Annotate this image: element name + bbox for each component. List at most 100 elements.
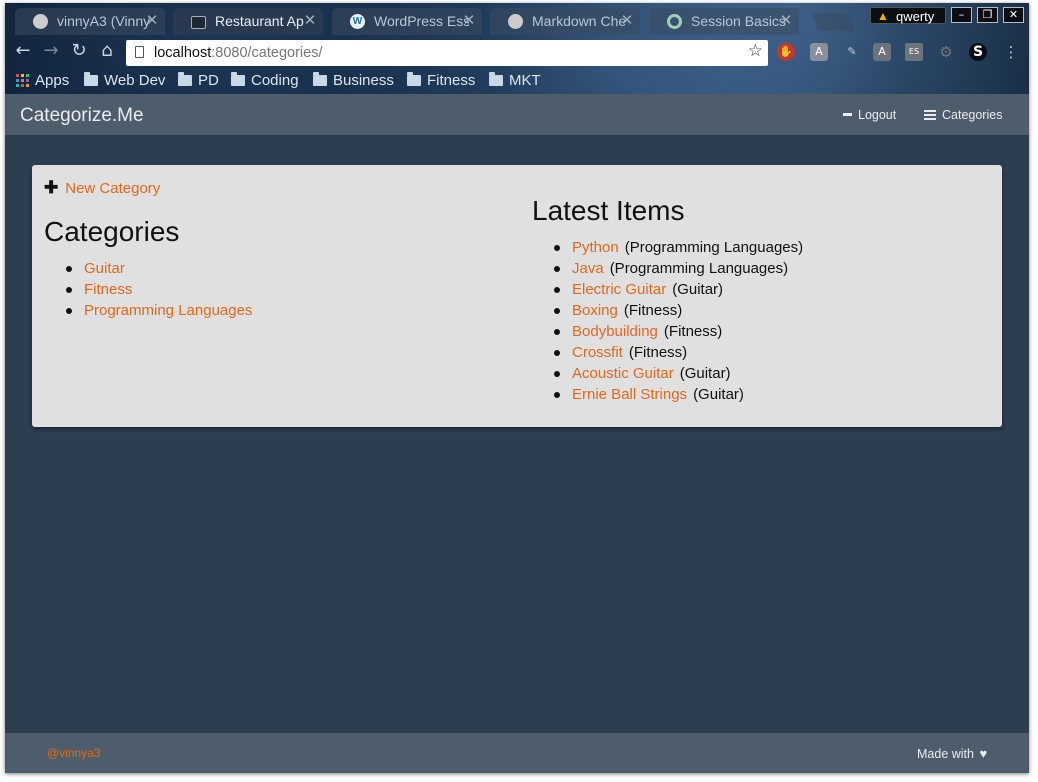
categories-nav-link[interactable]: Categories <box>924 94 1002 137</box>
item-category: (Fitness) <box>663 323 723 340</box>
bookmark-mkt[interactable]: MKT <box>489 68 541 94</box>
footer-author-link[interactable]: @vinnya3 <box>47 733 101 773</box>
footer-made-with: Made with ♥ <box>917 733 987 773</box>
address-bar[interactable]: localhost:8080/categories/ ☆ <box>126 40 768 66</box>
restore-button[interactable]: ❐ <box>977 7 998 23</box>
folder-icon <box>489 72 503 86</box>
eyedropper-icon[interactable]: ✎ <box>843 43 861 61</box>
profile-name: qwerty <box>896 9 935 24</box>
warning-icon: ▲ <box>877 9 889 23</box>
s-extension-icon[interactable]: S <box>969 43 987 61</box>
bookmark-business[interactable]: Business <box>313 68 394 94</box>
bookmark-apps[interactable]: Apps <box>16 68 69 94</box>
new-category-link[interactable]: ✚ New Category <box>44 178 160 198</box>
browser-window: vinnyA3 (Vinny ✕ Restaurant Ap ✕ W WordP… <box>5 3 1029 773</box>
wordpress-icon: W <box>350 14 365 29</box>
latest-item: Bodybuilding (Fitness) <box>532 321 803 342</box>
item-link[interactable]: Electric Guitar <box>572 281 666 298</box>
tab-title: WordPress Ess <box>374 13 469 29</box>
es-extension-icon[interactable]: ES <box>905 43 923 61</box>
close-window-button[interactable]: ✕ <box>1003 7 1024 23</box>
tab-1[interactable]: vinnyA3 (Vinny ✕ <box>15 8 165 35</box>
url-text[interactable]: localhost:8080/categories/ <box>154 40 322 66</box>
close-icon[interactable]: ✕ <box>779 8 793 34</box>
angular-batarang-icon[interactable]: A <box>873 43 891 61</box>
back-icon[interactable]: ← <box>12 40 34 62</box>
item-link[interactable]: Ernie Ball Strings <box>572 386 687 403</box>
new-tab-button[interactable] <box>811 13 855 31</box>
reload-icon[interactable]: ↻ <box>68 40 90 62</box>
latest-item: Java (Programming Languages) <box>532 258 803 279</box>
item-category: (Guitar) <box>679 365 731 382</box>
close-icon[interactable]: ✕ <box>303 8 317 34</box>
item-category: (Fitness) <box>628 344 688 361</box>
tab-title: Restaurant Ap <box>215 13 304 29</box>
latest-item: Electric Guitar (Guitar) <box>532 279 803 300</box>
tab-2[interactable]: Restaurant Ap ✕ <box>173 8 323 35</box>
category-list-item: Guitar <box>44 258 258 279</box>
latest-items-list: Python (Programming Languages) Java (Progra… <box>532 237 803 405</box>
menu-icon[interactable]: ⋮ <box>1002 43 1020 61</box>
bookmark-fitness[interactable]: Fitness <box>407 68 475 94</box>
tab-strip: vinnyA3 (Vinny ✕ Restaurant Ap ✕ W WordP… <box>5 3 1029 35</box>
heart-icon: ♥ <box>979 746 988 761</box>
category-link[interactable]: Fitness <box>84 281 132 298</box>
brand-link[interactable]: Categorize.Me <box>20 94 144 137</box>
browser-chrome: vinnyA3 (Vinny ✕ Restaurant Ap ✕ W WordP… <box>5 3 1029 94</box>
close-icon[interactable]: ✕ <box>620 8 634 34</box>
github-icon <box>33 14 48 29</box>
github-icon <box>508 14 523 29</box>
bookmark-coding[interactable]: Coding <box>231 68 299 94</box>
home-icon[interactable]: ⌂ <box>96 40 118 62</box>
latest-item: Ernie Ball Strings (Guitar) <box>532 384 803 405</box>
folder-icon <box>231 72 245 86</box>
tab-4[interactable]: Markdown Che ✕ <box>490 8 640 35</box>
item-link[interactable]: Python <box>572 239 619 256</box>
folder-icon <box>84 72 98 86</box>
item-link[interactable]: Boxing <box>572 302 618 319</box>
latest-items-heading: Latest Items <box>532 195 685 226</box>
content-card: ✚ New Category Categories Guitar Fitness Pr… <box>32 165 1002 427</box>
page-icon <box>135 46 144 58</box>
close-icon[interactable]: ✕ <box>145 8 159 34</box>
item-link[interactable]: Acoustic Guitar <box>572 365 674 382</box>
item-category: (Fitness) <box>623 302 683 319</box>
browser-toolbar: ← → ↻ ⌂ localhost:8080/categories/ ☆ ✋ A… <box>5 35 1029 68</box>
categories-heading: Categories <box>44 216 180 247</box>
item-category: (Guitar) <box>693 386 744 403</box>
app-navbar: Categorize.Me Logout Categories <box>5 94 1029 135</box>
tab-title: vinnyA3 (Vinny <box>57 13 151 29</box>
terminal-icon <box>191 16 206 29</box>
item-link[interactable]: Java <box>572 260 604 277</box>
item-link[interactable]: Crossfit <box>572 344 623 361</box>
logout-link[interactable]: Logout <box>843 94 896 137</box>
category-link[interactable]: Programming Languages <box>84 302 252 319</box>
apps-grid-icon <box>16 74 29 87</box>
list-icon <box>924 109 936 120</box>
close-icon[interactable]: ✕ <box>462 8 476 34</box>
tab-3[interactable]: W WordPress Ess ✕ <box>332 8 482 35</box>
latest-item: Crossfit (Fitness) <box>532 342 803 363</box>
item-link[interactable]: Bodybuilding <box>572 323 658 340</box>
folder-icon <box>407 72 421 86</box>
category-list-item: Fitness <box>44 279 258 300</box>
plus-icon: ✚ <box>44 178 59 197</box>
angular-extension-icon[interactable]: A <box>810 43 828 61</box>
ublock-icon[interactable]: ✋ <box>777 43 795 61</box>
profile-button[interactable]: ▲ qwerty <box>870 7 946 24</box>
minimize-button[interactable]: – <box>951 7 972 23</box>
latest-item: Boxing (Fitness) <box>532 300 803 321</box>
latest-item: Python (Programming Languages) <box>532 237 803 258</box>
tab-5[interactable]: Session Basics ✕ <box>649 8 799 35</box>
bookmark-web-dev[interactable]: Web Dev <box>84 68 165 94</box>
bookmark-star-icon[interactable]: ☆ <box>748 41 763 61</box>
latest-item: Acoustic Guitar (Guitar) <box>532 363 803 384</box>
gear-icon[interactable]: ⚙ <box>937 43 955 61</box>
bookmark-pd[interactable]: PD <box>178 68 219 94</box>
bookmarks-bar: Apps Web Dev PD Coding Business Fitness … <box>5 68 1029 94</box>
minus-icon <box>843 113 852 117</box>
tab-title: Markdown Che <box>532 13 627 29</box>
category-link[interactable]: Guitar <box>84 260 125 277</box>
forward-icon[interactable]: → <box>40 40 62 62</box>
folder-icon <box>313 72 327 86</box>
